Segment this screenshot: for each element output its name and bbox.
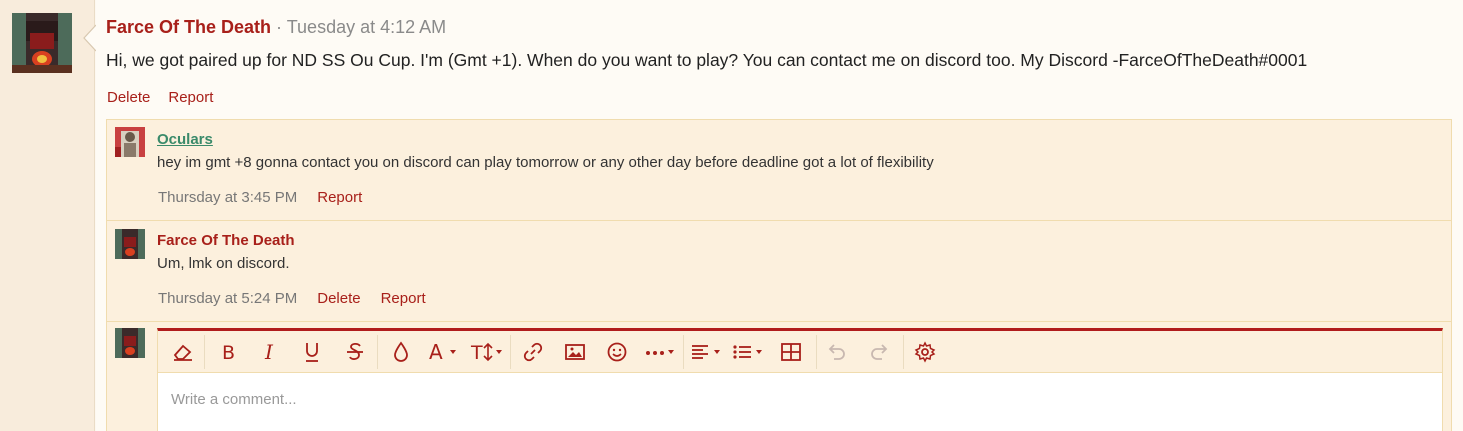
delete-post-link[interactable]: Delete [107,89,150,106]
report-comment-link[interactable]: Report [317,189,362,206]
comment-meta: Thursday at 3:45 PM Report [158,188,382,208]
font-size-icon[interactable]: T [470,340,506,364]
underline-icon[interactable] [299,340,325,364]
commenter-avatar[interactable] [115,229,145,259]
eraser-icon[interactable] [170,340,196,364]
redo-icon[interactable] [866,340,892,364]
comment-text: Um, lmk on discord. [157,255,290,272]
list-icon[interactable] [732,340,768,364]
report-post-link[interactable]: Report [168,89,213,106]
text-color-icon[interactable] [388,340,414,364]
undo-icon[interactable] [824,340,850,364]
italic-icon[interactable]: I [257,340,283,364]
strikethrough-icon[interactable] [342,340,368,364]
align-icon[interactable] [690,340,726,364]
settings-icon[interactable] [912,340,938,364]
commenter-avatar[interactable] [115,127,145,157]
editor-toolbar: B I A T [158,331,1442,373]
current-user-avatar[interactable] [115,328,145,358]
svg-text:I: I [264,342,274,362]
svg-text:T: T [470,342,483,363]
comments-section: Oculars hey im gmt +8 gonna contact you … [106,119,1452,431]
emoji-icon[interactable] [604,340,630,364]
image-icon[interactable] [562,340,588,364]
post-sidebar [0,0,97,431]
post-author[interactable]: Farce Of The Death [106,17,271,37]
post-body: Hi, we got paired up for ND SS Ou Cup. I… [106,50,1308,70]
comment-input[interactable]: Write a comment... [171,391,297,408]
comment-author[interactable]: Farce Of The Death [157,232,295,250]
comment-item: Oculars hey im gmt +8 gonna contact you … [107,120,1451,221]
bold-icon[interactable]: B [215,340,241,364]
delete-comment-link[interactable]: Delete [317,290,360,307]
header-separator: · [271,17,287,37]
post-header: Farce Of The Death · Tuesday at 4:12 AM [106,16,446,38]
report-comment-link[interactable]: Report [381,290,426,307]
comment-editor: B I A T Write a comment... [157,328,1443,431]
comment-author[interactable]: Oculars [157,131,213,149]
profile-post: Farce Of The Death · Tuesday at 4:12 AM … [96,0,1463,431]
comment-meta: Thursday at 5:24 PM Delete Report [158,289,446,309]
link-icon[interactable] [520,340,546,364]
svg-text:B: B [222,342,235,362]
comment-time[interactable]: Thursday at 5:24 PM [158,290,297,307]
user-avatar[interactable] [12,13,72,73]
comment-item: Farce Of The Death Um, lmk on discord. T… [107,221,1451,322]
svg-text:A: A [429,341,443,363]
post-time[interactable]: Tuesday at 4:12 AM [287,17,446,37]
post-actions: Delete Report [107,88,231,108]
more-icon[interactable] [644,340,680,364]
comment-time[interactable]: Thursday at 3:45 PM [158,189,297,206]
comment-text: hey im gmt +8 gonna contact you on disco… [157,154,934,171]
font-family-icon[interactable]: A [428,340,462,364]
table-icon[interactable] [778,340,804,364]
